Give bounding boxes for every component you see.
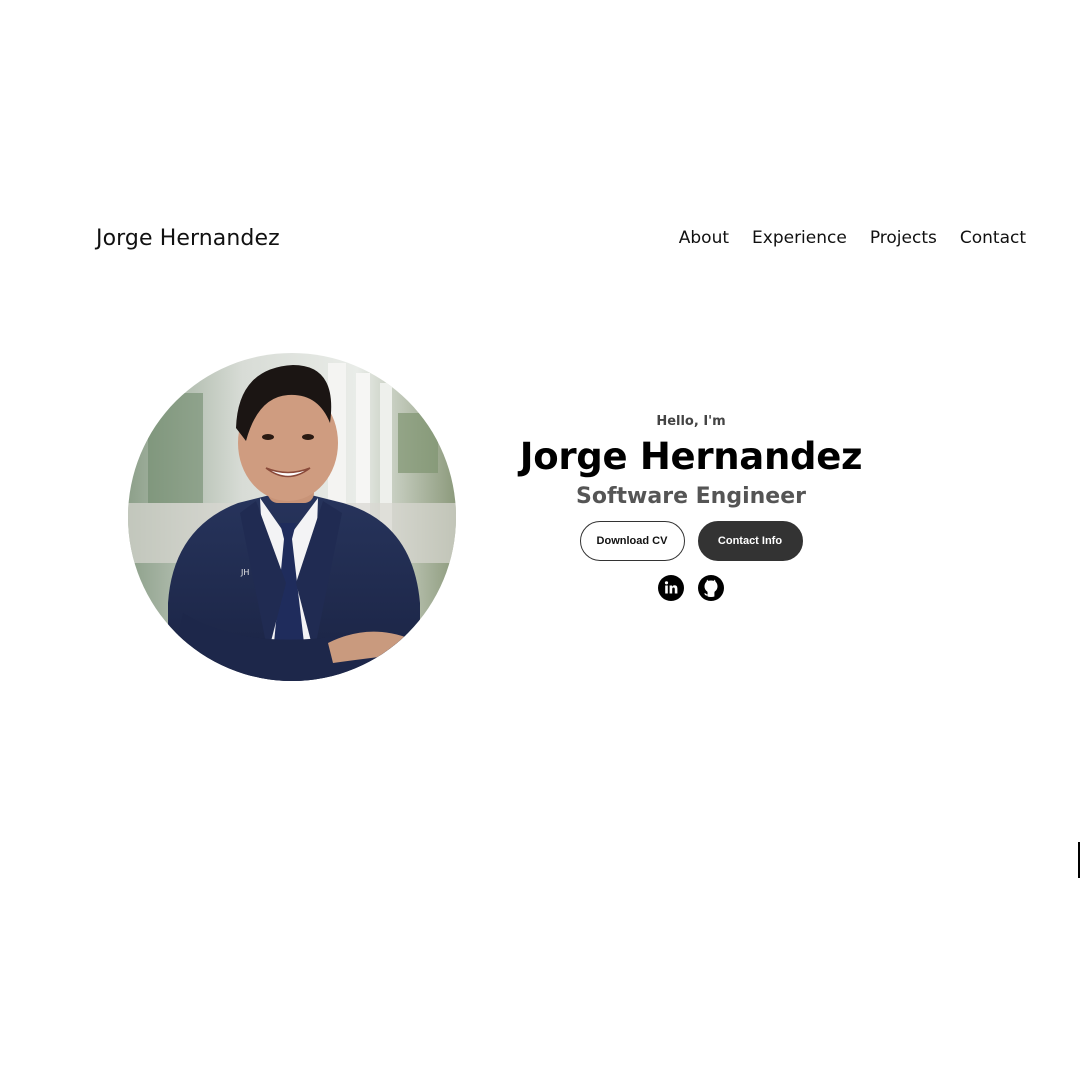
profile-photo: JH <box>128 353 456 681</box>
nav-about[interactable]: About <box>679 228 729 248</box>
page: Jorge Hernandez About Experience Project… <box>0 0 1080 1080</box>
site-logo[interactable]: Jorge Hernandez <box>96 226 280 251</box>
nav-contact[interactable]: Contact <box>960 228 1026 248</box>
github-icon[interactable] <box>698 575 724 601</box>
linkedin-icon[interactable] <box>658 575 684 601</box>
svg-text:JH: JH <box>240 568 249 577</box>
top-nav: Jorge Hernandez About Experience Project… <box>96 221 1026 255</box>
hero-buttons: Download CV Contact Info <box>579 521 803 561</box>
nav-experience[interactable]: Experience <box>752 228 847 248</box>
hero-section: Hello, I'm Jorge Hernandez Software Engi… <box>491 414 891 601</box>
nav-projects[interactable]: Projects <box>870 228 937 248</box>
hero-name: Jorge Hernandez <box>519 435 863 478</box>
contact-info-button[interactable]: Contact Info <box>697 521 803 561</box>
nav-links: About Experience Projects Contact <box>679 228 1026 248</box>
greeting-text: Hello, I'm <box>656 414 726 429</box>
download-cv-button[interactable]: Download CV <box>579 521 685 561</box>
social-links <box>658 575 724 601</box>
hero-role: Software Engineer <box>576 484 806 509</box>
